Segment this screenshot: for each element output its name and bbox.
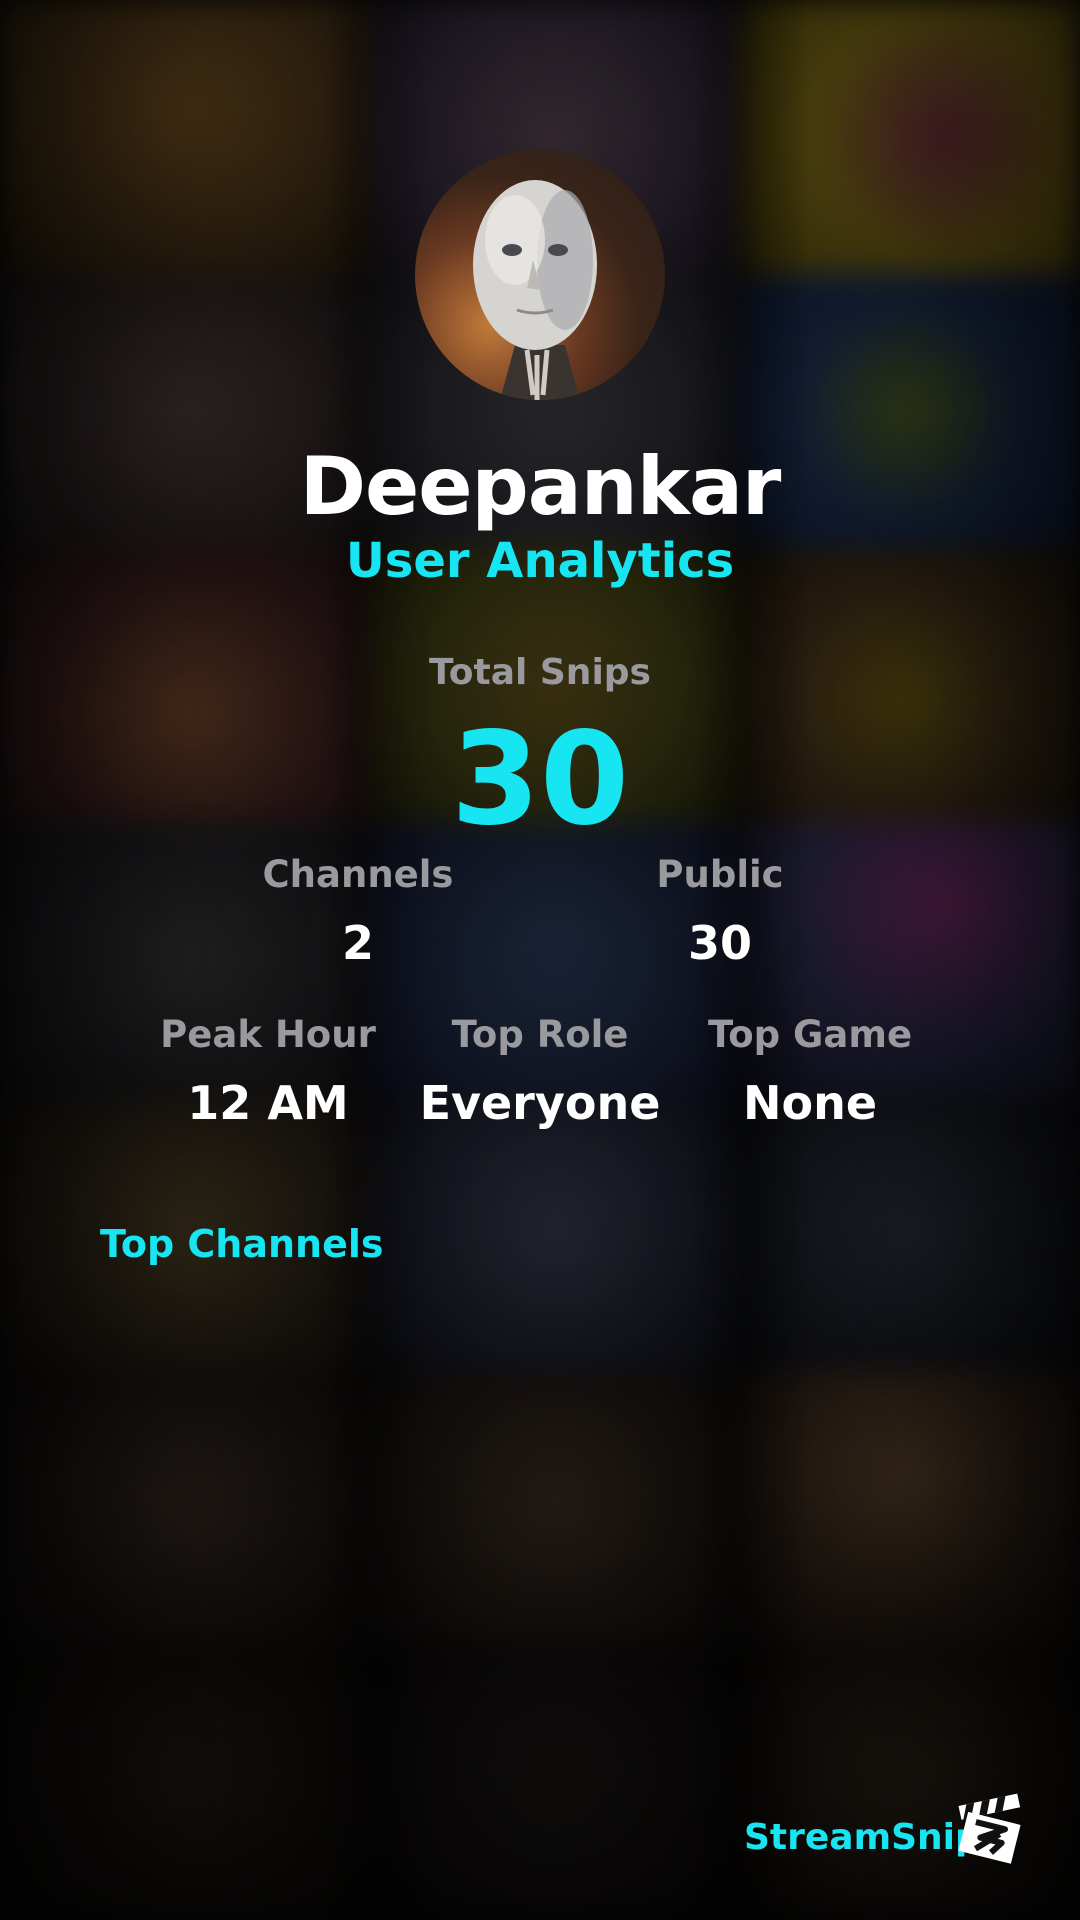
stat-value: 2 — [341, 916, 374, 970]
clapperboard-icon — [950, 1790, 1026, 1866]
stat-value: 30 — [687, 916, 752, 970]
stat-channels: Channels 2 — [238, 853, 478, 970]
brand-name: StreamSnip — [744, 1817, 981, 1858]
stat-label: Public — [656, 853, 784, 896]
stat-label: Channels — [262, 853, 454, 896]
total-snips-value: 30 — [450, 705, 630, 854]
page-subtitle: User Analytics — [345, 533, 735, 589]
stat-value: Everyone — [419, 1076, 661, 1130]
username: Deepankar — [299, 440, 782, 533]
stat-label: Peak Hour — [160, 1013, 376, 1056]
stat-top-game: Top Game None — [690, 1013, 930, 1130]
stat-top-role: Top Role Everyone — [400, 1013, 680, 1130]
stat-peak-hour: Peak Hour 12 AM — [148, 1013, 388, 1130]
stat-value: None — [742, 1076, 878, 1130]
stat-label: Top Role — [451, 1013, 629, 1056]
stat-public: Public 30 — [600, 853, 840, 970]
top-channels-heading: Top Channels — [100, 1222, 384, 1266]
robot-avatar-icon — [473, 180, 597, 400]
stat-value: 12 AM — [187, 1076, 349, 1130]
total-snips-label: Total Snips — [429, 652, 651, 693]
avatar — [415, 150, 665, 400]
stat-label: Top Game — [707, 1013, 913, 1056]
analytics-card: Deepankar User Analytics Total Snips 30 … — [0, 0, 1080, 1920]
